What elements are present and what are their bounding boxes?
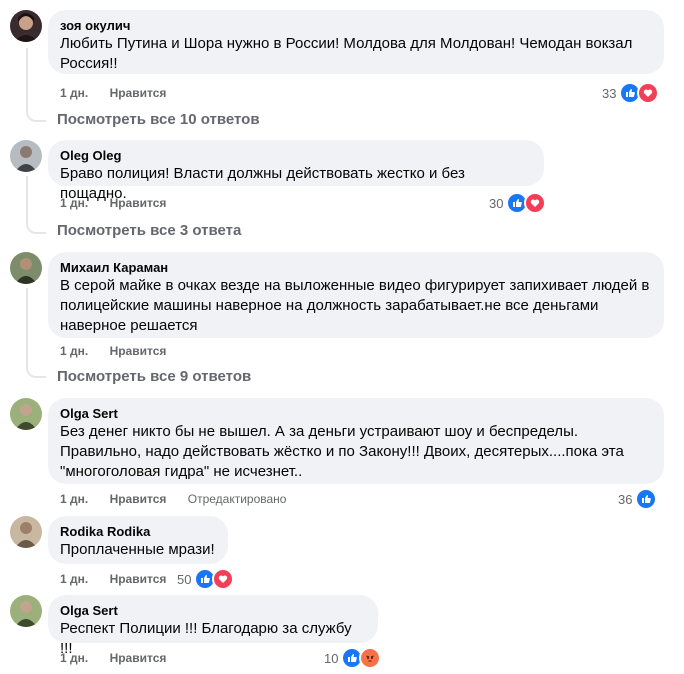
comment-text: Проплаченные мрази!: [60, 541, 215, 558]
edited-label: Отредактировано: [187, 492, 287, 506]
love-reaction-icon: [524, 192, 547, 214]
reaction-count: 30: [489, 195, 504, 211]
comment-bubble: Rodika Rodika Проплаченные мрази!: [48, 516, 228, 564]
view-replies-link[interactable]: Посмотреть все 3 ответа: [57, 222, 241, 239]
like-button[interactable]: Нравится: [110, 651, 167, 665]
comment-author[interactable]: Михаил Караман: [60, 260, 652, 276]
avatar[interactable]: [10, 398, 42, 430]
comment-text: В серой майке в очках везде на выложенны…: [60, 277, 654, 334]
reaction-summary[interactable]: 36: [618, 488, 658, 510]
comment-author[interactable]: Oleg Oleg: [60, 148, 532, 164]
avatar[interactable]: [10, 595, 42, 627]
reaction-summary[interactable]: 10: [324, 647, 382, 669]
comment: Olga Sert Респект Полиции !!! Благодарю …: [8, 595, 668, 669]
comment-bubble: Olga Sert Без денег никто бы не вышел. А…: [48, 398, 664, 484]
comment-time[interactable]: 1 дн.: [60, 86, 88, 100]
comment: зоя окулич Любить Путина и Шора нужно в …: [8, 10, 668, 104]
comment-actions: 1 дн. Нравится Отредактировано: [60, 492, 304, 506]
comment-time[interactable]: 1 дн.: [60, 344, 88, 358]
like-button[interactable]: Нравится: [110, 492, 167, 506]
like-button[interactable]: Нравится: [110, 344, 167, 358]
thread-elbow: [26, 220, 46, 234]
reaction-summary[interactable]: 33: [602, 82, 660, 104]
comment-time[interactable]: 1 дн.: [60, 492, 88, 506]
reaction-summary[interactable]: 50: [177, 568, 235, 590]
comment-bubble: Olga Sert Респект Полиции !!! Благодарю …: [48, 595, 378, 657]
view-replies-link[interactable]: Посмотреть все 9 ответов: [57, 368, 251, 385]
comment-text: Без денег никто бы не вышел. А за деньги…: [60, 423, 628, 480]
comment: Михаил Караман В серой майке в очках вез…: [8, 252, 668, 358]
thread-elbow: [26, 108, 46, 122]
reaction-count: 33: [602, 85, 617, 101]
avatar[interactable]: [10, 10, 42, 42]
avatar[interactable]: [10, 252, 42, 284]
love-reaction-icon: [637, 82, 660, 104]
comment-author[interactable]: зоя окулич: [60, 18, 652, 34]
like-button[interactable]: Нравится: [110, 86, 167, 100]
love-reaction-icon: [212, 568, 235, 590]
reaction-count: 10: [324, 650, 339, 666]
comment-actions: 1 дн. Нравится: [60, 651, 184, 665]
view-replies-link[interactable]: Посмотреть все 10 ответов: [57, 111, 260, 128]
comment-bubble: Михаил Караман В серой майке в очках вез…: [48, 252, 664, 338]
avatar[interactable]: [10, 140, 42, 172]
comment-time[interactable]: 1 дн.: [60, 196, 88, 210]
comment-bubble: Oleg Oleg Браво полиция! Власти должны д…: [48, 140, 544, 202]
reaction-count: 36: [618, 491, 633, 507]
avatar[interactable]: [10, 516, 42, 548]
comment: Rodika Rodika Проплаченные мрази! 1 дн. …: [8, 516, 668, 590]
comment-bubble: зоя окулич Любить Путина и Шора нужно в …: [48, 10, 664, 74]
angry-reaction-icon: [359, 647, 382, 669]
comment: Oleg Oleg Браво полиция! Власти должны д…: [8, 140, 668, 214]
comment-actions: 1 дн. Нравится: [60, 344, 184, 358]
like-button[interactable]: Нравится: [110, 572, 167, 586]
comment-author[interactable]: Rodika Rodika: [60, 524, 216, 540]
comment-actions: 1 дн. Нравится: [60, 196, 184, 210]
like-button[interactable]: Нравится: [110, 196, 167, 210]
comment-actions: 1 дн. Нравится: [60, 86, 184, 100]
comment-time[interactable]: 1 дн.: [60, 651, 88, 665]
comment-actions: 1 дн. Нравится: [60, 572, 184, 586]
reaction-summary[interactable]: 30: [489, 192, 547, 214]
comment: Olga Sert Без денег никто бы не вышел. А…: [8, 398, 668, 510]
comment-author[interactable]: Olga Sert: [60, 406, 652, 422]
thread-elbow: [26, 364, 46, 378]
like-reaction-icon: [635, 488, 658, 510]
comment-author[interactable]: Olga Sert: [60, 603, 366, 619]
reaction-count: 50: [177, 571, 192, 587]
comment-time[interactable]: 1 дн.: [60, 572, 88, 586]
comment-text: Любить Путина и Шора нужно в России! Мол…: [60, 35, 637, 72]
